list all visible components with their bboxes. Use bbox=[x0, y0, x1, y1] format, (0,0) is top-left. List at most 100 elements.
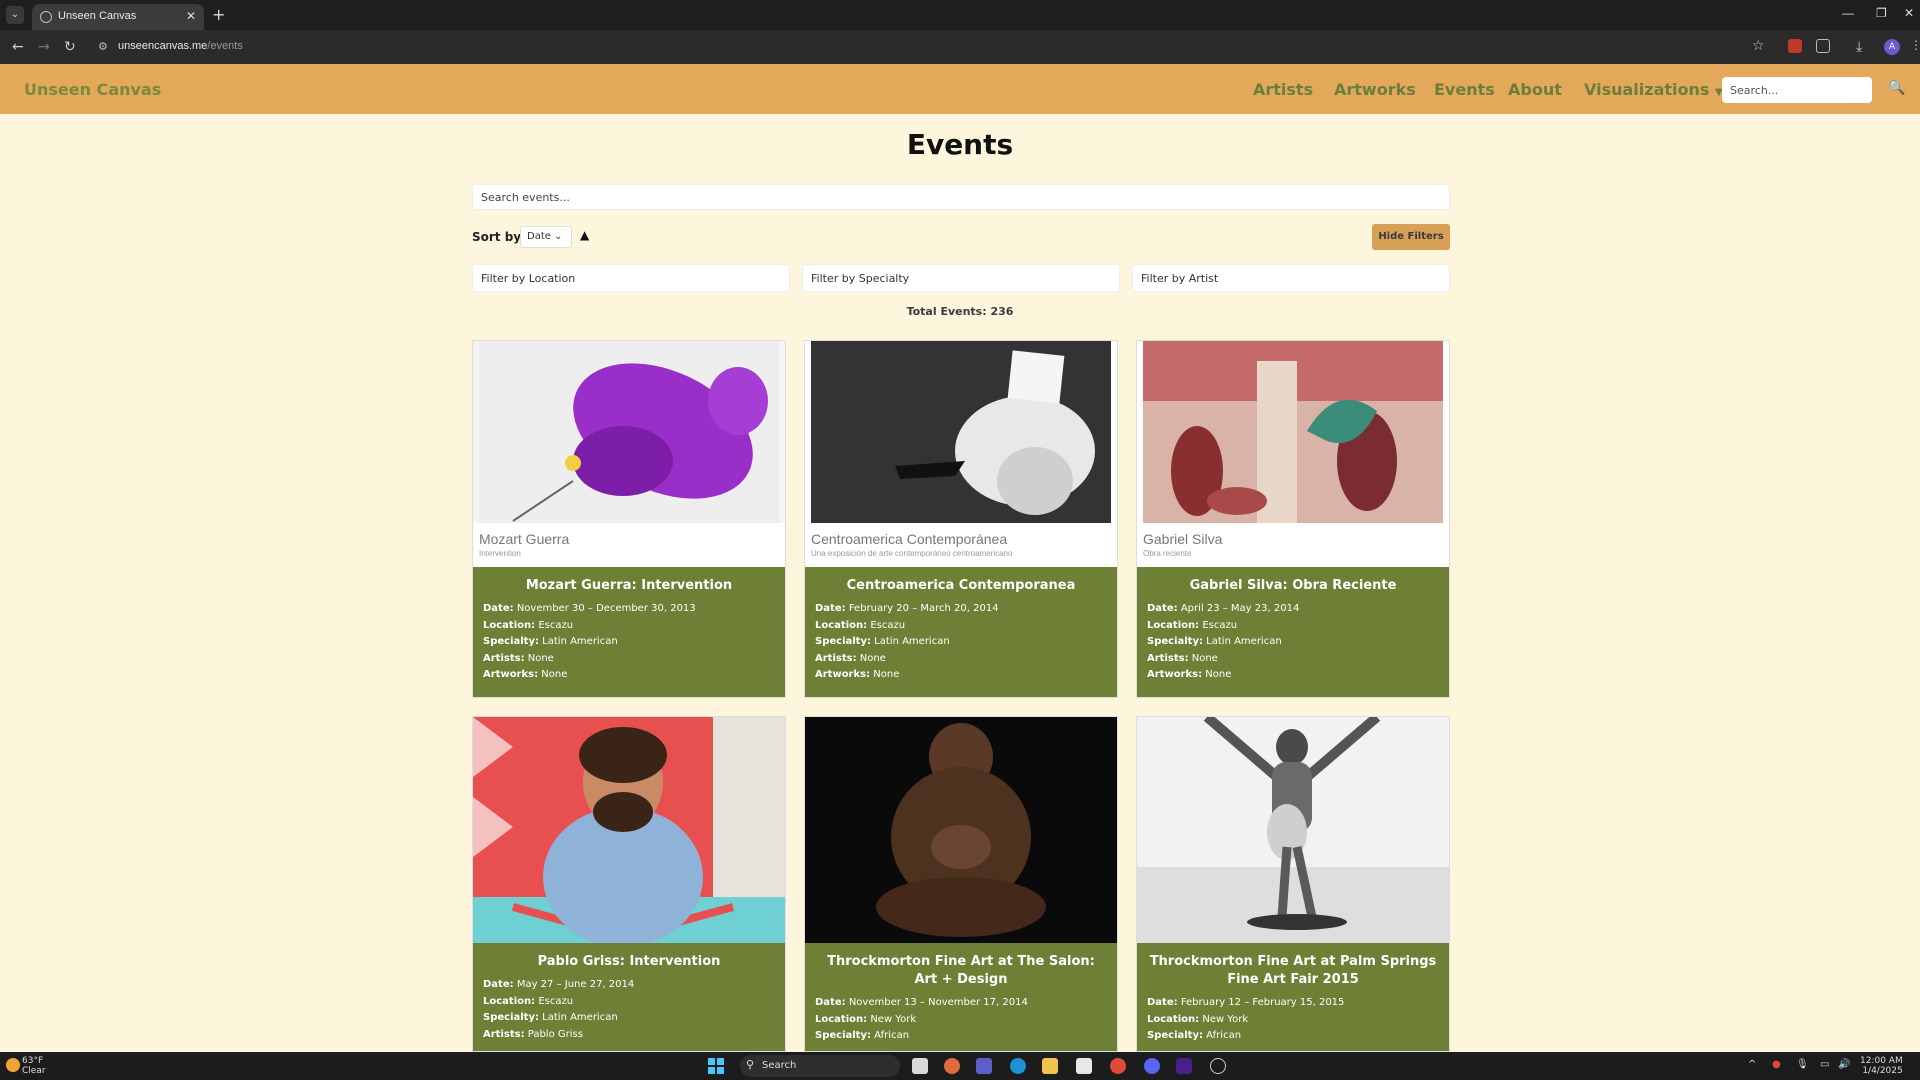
close-icon[interactable]: ✕ bbox=[186, 9, 196, 23]
event-location: Location: Escazu bbox=[1147, 619, 1238, 631]
search-icon: ⚲ bbox=[746, 1058, 755, 1071]
event-artists: Artists: None bbox=[815, 652, 886, 664]
store-icon[interactable] bbox=[1076, 1058, 1092, 1074]
site-info-icon[interactable]: ⚙ bbox=[98, 40, 108, 53]
card-body: Throckmorton Fine Art at The Salon: Art … bbox=[805, 953, 1117, 1045]
card-body: Mozart Guerra: Intervention Date: Novemb… bbox=[473, 577, 785, 684]
windows-start-icon[interactable] bbox=[708, 1058, 724, 1074]
event-location: Location: Escazu bbox=[815, 619, 906, 631]
weather-widget[interactable]: 63°F Clear bbox=[22, 1056, 46, 1076]
page-title: Events bbox=[906, 128, 1014, 161]
search-events-input[interactable] bbox=[472, 184, 1450, 210]
event-date: Date: November 30 – December 30, 2013 bbox=[483, 603, 696, 614]
event-date: Date: November 13 – November 17, 2014 bbox=[815, 997, 1028, 1008]
caption-subtitle: Obra reciente bbox=[1143, 549, 1192, 558]
card-body: Pablo Griss: Intervention Date: May 27 –… bbox=[473, 953, 785, 1043]
extension-icon[interactable] bbox=[1788, 39, 1802, 53]
browser-tabstrip: ⌄ Unseen Canvas ✕ + — ❐ ✕ bbox=[0, 0, 1920, 30]
nav-about[interactable]: About bbox=[1508, 80, 1562, 99]
sort-direction-toggle[interactable]: ▲ bbox=[580, 228, 589, 242]
taskbar: 63°F Clear ⚲ Search ^ ● 🎙 ▭ 🔊 12:00 AM 1/4… bbox=[0, 1052, 1920, 1080]
nav-visualizations[interactable]: Visualizations ▼ bbox=[1584, 80, 1723, 99]
back-icon[interactable]: ← bbox=[12, 39, 24, 55]
copilot-icon[interactable] bbox=[944, 1058, 960, 1074]
event-card[interactable]: Centroamerica Contemporánea Una exposici… bbox=[804, 340, 1118, 698]
restore-icon[interactable]: ❐ bbox=[1876, 6, 1887, 20]
event-card[interactable]: Pablo Griss: Intervention Date: May 27 –… bbox=[472, 716, 786, 1052]
event-title: Throckmorton Fine Art at The Salon: Art … bbox=[827, 954, 1095, 987]
event-date: Date: February 12 – February 15, 2015 bbox=[1147, 997, 1345, 1008]
window-close-icon[interactable]: ✕ bbox=[1904, 6, 1914, 20]
tab-title: Unseen Canvas bbox=[58, 10, 137, 22]
sort-select[interactable]: Date ⌄ bbox=[520, 226, 572, 248]
taskbar-search[interactable]: ⚲ Search bbox=[740, 1055, 900, 1077]
reload-icon[interactable]: ↻ bbox=[64, 39, 76, 55]
event-specialty: Specialty: Latin American bbox=[815, 636, 950, 647]
url-field[interactable]: ⚙ unseencanvas.me/events bbox=[94, 34, 1774, 60]
image-caption: Gabriel Silva Obra reciente bbox=[1137, 523, 1449, 567]
filter-specialty-input[interactable] bbox=[802, 264, 1120, 292]
event-location: Location: New York bbox=[1147, 1013, 1249, 1025]
hide-filters-button[interactable]: Hide Filters bbox=[1372, 224, 1450, 250]
profile-avatar[interactable]: A bbox=[1884, 39, 1900, 55]
tab-list-icon[interactable]: ⌄ bbox=[6, 6, 24, 24]
caption-name: Gabriel Silva bbox=[1143, 531, 1223, 547]
weather-icon[interactable] bbox=[6, 1058, 20, 1072]
image-caption: Mozart Guerra Intervention bbox=[473, 523, 785, 567]
nav-artists[interactable]: Artists bbox=[1253, 80, 1313, 99]
nav-search-input[interactable] bbox=[1722, 77, 1872, 103]
teams-icon[interactable] bbox=[976, 1058, 992, 1074]
download-icon[interactable]: ⤓ bbox=[1856, 39, 1862, 55]
search-icon[interactable]: 🔍 bbox=[1888, 80, 1905, 96]
tray-chevron-icon[interactable]: ^ bbox=[1748, 1059, 1756, 1070]
event-artworks: Artworks: None bbox=[483, 669, 568, 680]
event-artists: Artists: None bbox=[483, 652, 554, 664]
event-card[interactable]: Throckmorton Fine Art at Palm Springs Fi… bbox=[1136, 716, 1450, 1052]
task-view-icon[interactable] bbox=[912, 1058, 928, 1074]
network-icon[interactable]: ▭ bbox=[1820, 1059, 1829, 1070]
event-specialty: Specialty: African bbox=[1147, 1030, 1242, 1041]
event-specialty: Specialty: Latin American bbox=[483, 1012, 618, 1023]
settings-icon[interactable] bbox=[1210, 1058, 1226, 1074]
event-card[interactable]: Throckmorton Fine Art at The Salon: Art … bbox=[804, 716, 1118, 1052]
total-events: Total Events: 236 bbox=[906, 305, 1014, 318]
event-artists: Artists: Pablo Griss bbox=[483, 1028, 583, 1040]
image-caption: Centroamerica Contemporánea Una exposici… bbox=[805, 523, 1117, 567]
forward-icon[interactable]: → bbox=[38, 39, 50, 55]
event-card[interactable]: Gabriel Silva Obra reciente Gabriel Silv… bbox=[1136, 340, 1450, 698]
event-location: Location: Escazu bbox=[483, 995, 574, 1007]
event-image bbox=[1137, 717, 1449, 943]
event-date: Date: April 23 – May 23, 2014 bbox=[1147, 603, 1300, 614]
chrome-icon[interactable] bbox=[1110, 1058, 1126, 1074]
event-image bbox=[473, 717, 785, 943]
mic-icon[interactable]: 🎙 bbox=[1796, 1059, 1809, 1070]
new-tab-icon[interactable]: + bbox=[212, 5, 225, 24]
edge-icon[interactable] bbox=[1010, 1058, 1026, 1074]
filter-artist-input[interactable] bbox=[1132, 264, 1450, 292]
caption-subtitle: Intervention bbox=[479, 549, 521, 558]
menu-icon[interactable]: ⋮ bbox=[1910, 38, 1920, 52]
file-explorer-icon[interactable] bbox=[1042, 1058, 1058, 1074]
browser-tab[interactable]: Unseen Canvas ✕ bbox=[32, 4, 204, 30]
brand-logo[interactable]: Unseen Canvas bbox=[24, 80, 161, 99]
card-body: Throckmorton Fine Art at Palm Springs Fi… bbox=[1137, 953, 1449, 1045]
card-body: Centroamerica Contemporanea Date: Februa… bbox=[805, 577, 1117, 684]
minimize-icon[interactable]: — bbox=[1842, 6, 1854, 20]
bookmark-star-icon[interactable]: ☆ bbox=[1752, 38, 1765, 54]
address-bar: ← → ↻ ⚙ unseencanvas.me/events ☆ ⤓ A ⋮ bbox=[0, 30, 1920, 64]
volume-icon[interactable]: 🔊 bbox=[1838, 1059, 1850, 1070]
app-icon[interactable] bbox=[1176, 1058, 1192, 1074]
filter-location-input[interactable] bbox=[472, 264, 790, 292]
event-location: Location: New York bbox=[815, 1013, 917, 1025]
extensions-puzzle-icon[interactable] bbox=[1816, 39, 1830, 53]
sort-label: Sort by bbox=[472, 230, 522, 244]
discord-icon[interactable] bbox=[1144, 1058, 1160, 1074]
tray-app-icon[interactable]: ● bbox=[1772, 1059, 1781, 1070]
event-date: Date: February 20 – March 20, 2014 bbox=[815, 603, 999, 614]
nav-artworks[interactable]: Artworks bbox=[1334, 80, 1416, 99]
event-artworks: Artworks: None bbox=[815, 669, 900, 680]
event-card[interactable]: Mozart Guerra Intervention Mozart Guerra… bbox=[472, 340, 786, 698]
nav-events[interactable]: Events bbox=[1434, 80, 1495, 99]
clock[interactable]: 12:00 AM 1/4/2025 bbox=[1860, 1056, 1903, 1076]
caption-subtitle: Una exposición de arte contemporáneo cen… bbox=[811, 549, 1013, 558]
